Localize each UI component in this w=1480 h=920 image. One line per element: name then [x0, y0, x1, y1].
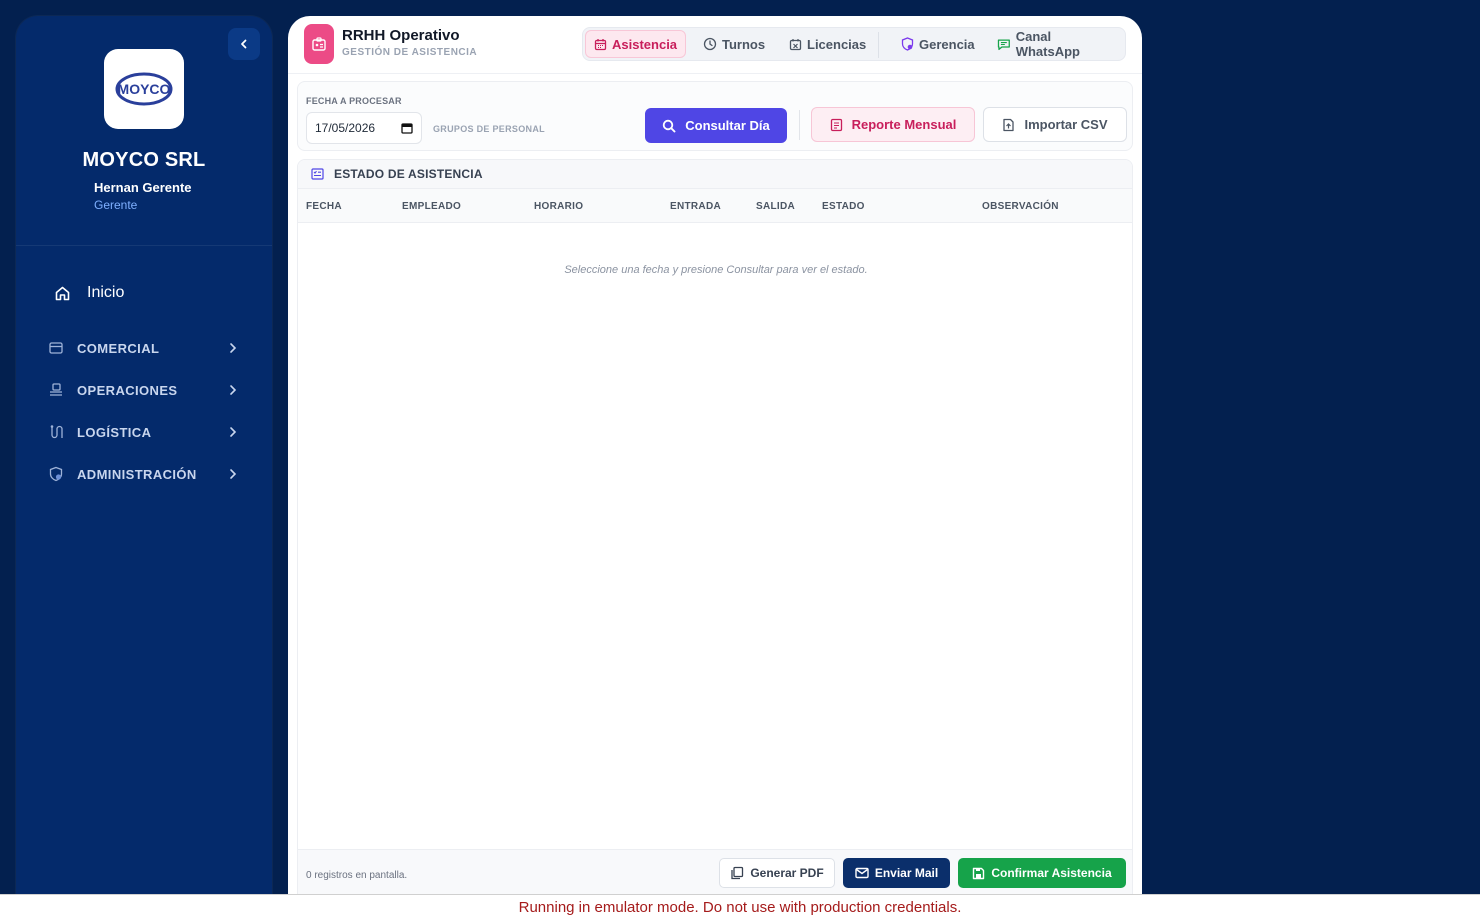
monthly-report-button[interactable]: Reporte Mensual [811, 107, 975, 142]
tab-label: Canal WhatsApp [1015, 29, 1080, 59]
save-icon [973, 867, 985, 879]
calendar-x-icon [789, 38, 802, 50]
sidebar-item-label: Inicio [87, 284, 125, 301]
page-subtitle: GESTIÓN DE ASISTENCIA [342, 47, 478, 58]
mail-icon [855, 867, 869, 879]
logo-text: MOYCO [118, 81, 171, 97]
company-logo: MOYCO [104, 49, 184, 129]
company-name: MOYCO SRL [82, 149, 206, 171]
send-mail-button[interactable]: Enviar Mail [843, 858, 950, 888]
chevron-left-icon [241, 39, 247, 49]
calendar-icon [594, 38, 607, 50]
user-name: Hernan Gerente [94, 180, 192, 195]
emulator-notice: Running in emulator mode. Do not use wit… [0, 894, 1480, 920]
button-label: Generar PDF [750, 866, 824, 880]
sidebar-item-label: LOGÍSTICA [77, 424, 152, 440]
user-role: Gerente [94, 198, 138, 212]
sidebar-item-operaciones[interactable]: OPERACIONES [48, 378, 238, 402]
tab-licencias[interactable]: Licencias [781, 30, 874, 58]
page-title: RRHH Operativo [342, 27, 460, 44]
column-header-observacion: OBSERVACIÓN [982, 201, 1059, 212]
button-label: Reporte Mensual [851, 117, 957, 132]
sidebar-item-label: COMERCIAL [77, 340, 160, 356]
tab-label: Licencias [807, 36, 867, 52]
table-footer: 0 registros en pantalla. Generar PDF Env… [298, 849, 1132, 895]
operations-icon [48, 382, 64, 398]
id-badge-icon [304, 24, 334, 64]
tab-divider [878, 32, 879, 58]
column-header-entrada: ENTRADA [670, 201, 721, 212]
home-icon [55, 286, 70, 300]
moyco-logo-icon: MOYCO [115, 72, 173, 106]
button-divider [799, 110, 800, 140]
chevron-right-icon [228, 468, 238, 480]
sidebar-item-administracion[interactable]: ADMINISTRACIÓN [48, 462, 238, 486]
document-icon [830, 118, 842, 131]
tab-label: Asistencia [612, 36, 678, 52]
sidebar: MOYCO MOYCO SRL Hernan Gerente Gerente I… [16, 16, 272, 896]
filter-bar: FECHA A PROCESAR 17/05/2026 GRUPOS DE PE… [297, 81, 1133, 151]
sidebar-item-logistica[interactable]: LOGÍSTICA [48, 420, 238, 444]
chevron-right-icon [228, 384, 238, 396]
tab-label: Gerencia [919, 36, 975, 52]
shield-gear-icon [48, 466, 64, 482]
empty-state-message: Seleccione una fecha y presione Consulta… [564, 264, 868, 276]
tab-label: Turnos [722, 36, 766, 52]
tab-turnos[interactable]: Turnos [695, 30, 773, 58]
button-label: Consultar Día [685, 118, 770, 133]
main-panel: RRHH Operativo GESTIÓN DE ASISTENCIA Asi… [288, 16, 1142, 896]
calendar-picker-icon[interactable] [401, 122, 413, 134]
file-upload-icon [1003, 118, 1015, 131]
sidebar-item-comercial[interactable]: COMERCIAL [48, 336, 238, 360]
collapse-sidebar-button[interactable] [228, 28, 260, 60]
generate-pdf-button[interactable]: Generar PDF [719, 858, 835, 888]
button-label: Importar CSV [1024, 117, 1108, 132]
chevron-right-icon [228, 342, 238, 354]
date-input[interactable]: 17/05/2026 [306, 112, 422, 144]
button-label: Confirmar Asistencia [991, 866, 1112, 880]
date-value: 17/05/2026 [315, 121, 376, 135]
sidebar-item-label: ADMINISTRACIÓN [77, 466, 197, 482]
column-header-horario: HORARIO [534, 201, 584, 212]
sidebar-item-inicio[interactable]: Inicio [54, 284, 124, 302]
consult-day-button[interactable]: Consultar Día [645, 108, 787, 143]
attendance-table: ESTADO DE ASISTENCIA FECHA EMPLEADO HORA… [297, 159, 1133, 896]
table-title: ESTADO DE ASISTENCIA [334, 167, 483, 181]
page-header: RRHH Operativo GESTIÓN DE ASISTENCIA Asi… [288, 16, 1142, 74]
table-column-headers: FECHA EMPLEADO HORARIO ENTRADA SALIDA ES… [298, 189, 1132, 223]
row-count: 0 registros en pantalla. [306, 870, 408, 881]
sidebar-item-label: OPERACIONES [77, 382, 178, 398]
chevron-right-icon [228, 426, 238, 438]
column-header-fecha: FECHA [306, 201, 342, 212]
tab-canal-whatsapp[interactable]: Canal WhatsApp [989, 29, 1125, 59]
search-icon [663, 119, 676, 132]
confirm-attendance-button[interactable]: Confirmar Asistencia [958, 858, 1126, 888]
tab-gerencia[interactable]: Gerencia [893, 30, 983, 58]
tab-asistencia[interactable]: Asistencia [585, 30, 687, 58]
column-header-salida: SALIDA [756, 201, 796, 212]
shield-icon [901, 37, 914, 51]
import-csv-button[interactable]: Importar CSV [983, 107, 1127, 142]
module-tabs: Asistencia Turnos Licencias Gerencia Can… [582, 27, 1126, 61]
message-icon [997, 38, 1010, 50]
button-label: Enviar Mail [874, 866, 939, 880]
column-header-estado: ESTADO [822, 201, 865, 212]
clock-icon [703, 37, 717, 51]
store-icon [48, 340, 64, 356]
column-header-empleado: EMPLEADO [402, 201, 462, 212]
table-header-bar: ESTADO DE ASISTENCIA [298, 160, 1132, 189]
groups-label: GRUPOS DE PERSONAL [433, 124, 545, 134]
date-label: FECHA A PROCESAR [306, 96, 402, 106]
copy-document-icon [731, 866, 744, 880]
sidebar-divider [16, 245, 272, 246]
route-icon [48, 424, 64, 440]
checklist-icon [311, 168, 324, 180]
